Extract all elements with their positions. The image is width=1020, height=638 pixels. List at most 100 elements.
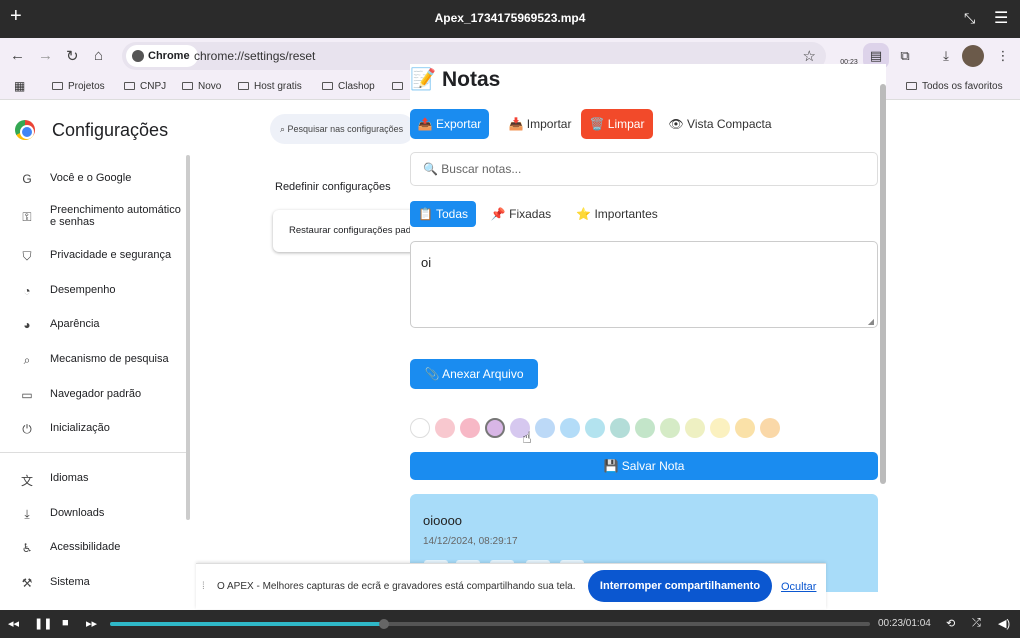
color-swatch[interactable] [735,418,755,438]
bookmark-label: Host gratis [254,81,302,92]
shuffle-icon[interactable]: ⤮ [972,617,981,630]
color-swatch[interactable] [485,418,505,438]
color-swatch[interactable] [560,418,580,438]
screen-share-bar: ⁞ O APEX - Melhores capturas de ecrã e g… [196,563,826,609]
fast-forward-icon[interactable]: ▸▸ [86,617,97,630]
download-icon[interactable]: ⤓ [933,43,959,69]
url-text[interactable]: chrome://settings/reset [194,49,315,63]
tab-all[interactable]: 📋 Todas [410,201,476,227]
bookmark-all-favorites[interactable]: Todos os favoritos [906,81,1003,92]
folder-icon [238,82,249,90]
notes-scrollbar[interactable] [880,84,886,484]
bookmark-clashop[interactable]: Clashop [322,81,375,92]
bookmark-star-icon[interactable]: ☆ [803,47,816,65]
stop-icon[interactable]: ■ [62,617,69,629]
sidebar-item-label: Inicialização [50,422,110,434]
color-swatch[interactable] [535,418,555,438]
sidebar-item-label: Acessibilidade [50,541,121,553]
palette-icon: ◕ [23,318,31,332]
repeat-icon[interactable]: ⟲ [946,617,955,630]
chrome-menu-icon[interactable]: ⋮ [990,43,1016,69]
apps-grid-icon[interactable]: ▦ [14,79,25,93]
search-icon: ⌕ [23,353,31,367]
compact-view-button[interactable]: 👁 Vista Compacta [662,109,778,139]
bookmark-label: CNPJ [140,81,167,92]
volume-icon[interactable]: ◀) [998,617,1010,630]
save-note-button[interactable]: 💾 Salvar Nota [410,452,878,480]
extensions-puzzle-icon[interactable]: ⧉ [892,43,918,69]
home-icon[interactable]: ⌂ [94,47,103,64]
tab-pinned[interactable]: 📌 Fixadas [488,201,554,227]
resize-grip-icon[interactable]: ◢ [868,317,874,326]
menu-icon[interactable]: ☰ [994,8,1008,28]
rewind-icon[interactable]: ◂◂ [8,617,19,630]
tab-important[interactable]: ⭐ Importantes [572,201,662,227]
search-icon: ⌕ [280,124,288,134]
attach-file-button[interactable]: 📎 Anexar Arquivo [410,359,538,389]
settings-search-input[interactable]: ⌕ Pesquisar nas configurações [270,114,415,144]
color-swatch[interactable] [410,418,430,438]
folder-icon[interactable] [392,81,408,92]
profile-avatar[interactable] [962,45,984,67]
page-title: Configurações [52,120,169,140]
sidebar-item-label: Sistema [50,576,90,588]
bookmark-cnpj[interactable]: CNPJ [124,81,166,92]
seek-handle[interactable] [378,619,389,629]
folder-icon [182,82,193,90]
sidebar-item-label: Idiomas [50,472,89,484]
clear-button[interactable]: 🗑️ Limpar [581,109,653,139]
sidebar-scrollbar[interactable] [186,155,190,520]
sidebar-item-label: Você e o Google [50,172,132,184]
site-chip[interactable]: Chrome [126,45,198,67]
bookmark-label: Projetos [68,81,105,92]
note-card-date: 14/12/2024, 08:29:17 [423,536,518,547]
color-swatch[interactable] [635,418,655,438]
unfullscreen-icon[interactable]: ⤡ [964,10,975,27]
folder-icon [906,82,917,90]
accessibility-icon: ♿ [21,541,33,555]
language-icon: 文 [20,474,33,488]
sidebar-item-label: Desempenho [50,284,116,296]
chrome-logo-icon [15,120,35,140]
folder-icon [322,82,333,90]
export-button[interactable]: 📤 Exportar [410,109,489,139]
color-swatch[interactable] [685,418,705,438]
restore-defaults-row[interactable]: Restaurar configurações padrão [273,210,418,252]
bookmark-novo[interactable]: Novo [182,81,221,92]
bookmark-label: Todos os favoritos [922,81,1003,92]
color-swatch[interactable] [760,418,780,438]
note-card-title: oioooo [423,513,463,528]
note-textarea[interactable]: oi ◢ [410,241,878,328]
gauge-icon: ◔ [23,284,31,298]
download-icon: ⤓ [24,507,30,521]
power-icon: ⏻ [22,422,32,436]
folder-icon [52,82,63,90]
sidebar-item-label: Preenchimento automático e senhas [50,204,181,228]
reload-icon[interactable]: ↻ [66,47,79,65]
drag-handle-icon[interactable]: ⁞ [202,581,205,592]
color-swatch[interactable] [435,418,455,438]
sidebar-item-label: Privacidade e segurança [50,249,172,261]
sidebar-item-label: Aparência [50,318,100,330]
stop-sharing-button[interactable]: Interromper compartilhamento [588,570,772,602]
pause-icon[interactable]: ❚❚ [34,617,52,630]
color-swatch[interactable] [710,418,730,438]
sidebar-item-label: Downloads [50,507,105,519]
back-icon[interactable]: ← [10,47,25,64]
color-swatch[interactable] [460,418,480,438]
seek-bar[interactable] [110,619,870,629]
forward-icon[interactable]: → [38,47,53,64]
folder-shape [392,82,403,90]
hide-link[interactable]: Ocultar [781,581,816,593]
color-swatch[interactable] [610,418,630,438]
color-swatch[interactable] [660,418,680,438]
import-button[interactable]: 📥 Importar [498,109,582,139]
color-swatch[interactable] [585,418,605,438]
seek-bar-fill [110,622,384,626]
bookmark-host-gratis[interactable]: Host gratis [238,81,302,92]
notes-search-input[interactable]: 🔍 Buscar notas... [410,152,878,186]
note-text: oi [421,255,432,270]
sidebar-divider [0,452,186,453]
sidebar-item-label: Navegador padrão [50,388,142,400]
bookmark-projetos[interactable]: Projetos [52,81,105,92]
